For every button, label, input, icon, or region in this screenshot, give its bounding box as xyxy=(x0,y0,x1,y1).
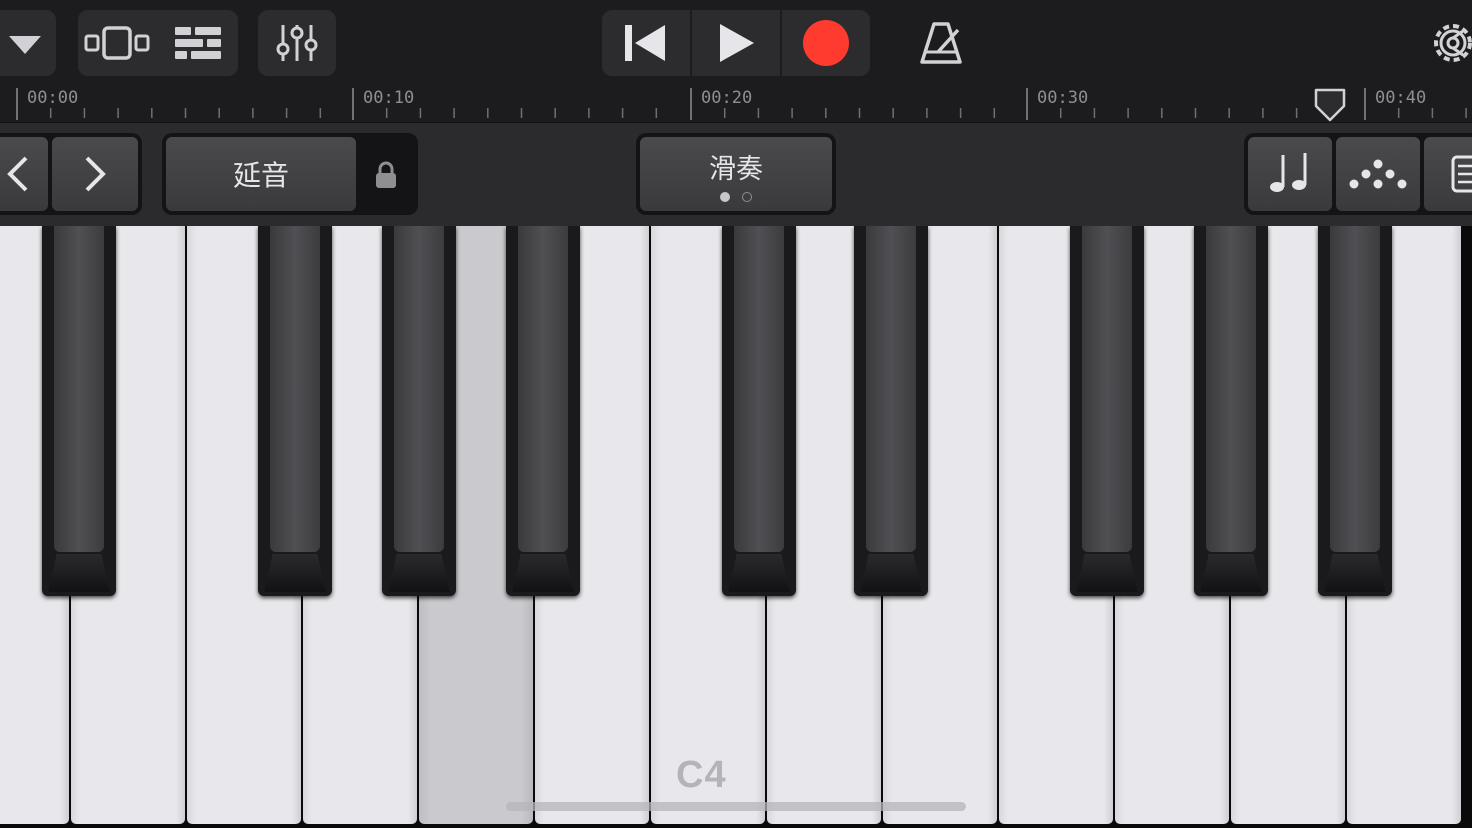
black-key-face xyxy=(1082,226,1132,552)
sliders-icon xyxy=(276,25,318,61)
sustain-button[interactable]: 延音 xyxy=(164,135,358,213)
record-button[interactable] xyxy=(782,10,870,76)
arpeggio-dots-icon xyxy=(1349,159,1407,189)
playhead-marker-icon[interactable] xyxy=(1313,88,1347,122)
transport-controls xyxy=(602,10,870,76)
black-key-face xyxy=(1330,226,1380,552)
octave-up-button[interactable] xyxy=(50,135,140,213)
view-switch-group xyxy=(78,10,238,76)
gear-icon xyxy=(1434,24,1472,62)
black-key[interactable] xyxy=(506,226,580,596)
page-dots xyxy=(720,191,752,202)
triangle-down-icon xyxy=(9,36,41,54)
black-key-tip xyxy=(1076,554,1138,592)
black-key[interactable] xyxy=(854,226,928,596)
black-key[interactable] xyxy=(258,226,332,596)
black-key-face xyxy=(734,226,784,552)
black-key-face xyxy=(518,226,568,552)
black-key[interactable] xyxy=(722,226,796,596)
tracks-view-icon xyxy=(84,26,150,60)
octave-down-button[interactable] xyxy=(0,135,50,213)
skip-back-icon xyxy=(625,25,665,61)
glissando-button[interactable]: 滑奏 xyxy=(638,135,834,213)
black-key-face xyxy=(54,226,104,552)
lock-icon xyxy=(376,161,396,188)
note-button[interactable] xyxy=(1246,135,1334,213)
black-key[interactable] xyxy=(382,226,456,596)
arpeggiator-button[interactable] xyxy=(1334,135,1422,213)
keyboard-controls-bar: 延音 滑奏 xyxy=(0,122,1472,226)
sustain-lock-button[interactable] xyxy=(362,153,410,197)
black-key-tip xyxy=(264,554,326,592)
black-key[interactable] xyxy=(1194,226,1268,596)
notes-icon xyxy=(1270,153,1307,192)
metronome-button[interactable] xyxy=(912,14,970,72)
ruler-label: 00:30 xyxy=(1037,88,1089,108)
record-icon xyxy=(803,20,849,66)
top-toolbar xyxy=(0,0,1472,86)
ruler-label: 00:40 xyxy=(1375,88,1427,108)
black-key[interactable] xyxy=(42,226,116,596)
ruler-label: 00:00 xyxy=(27,88,79,108)
home-indicator[interactable] xyxy=(506,802,966,811)
chevron-right-icon xyxy=(85,156,106,192)
glissando-label: 滑奏 xyxy=(709,153,763,185)
octave-label: C4 xyxy=(676,754,727,796)
ruler-label: 00:20 xyxy=(701,88,753,108)
play-button[interactable] xyxy=(692,10,782,76)
black-key-tip xyxy=(512,554,574,592)
chevron-left-icon xyxy=(7,156,28,192)
black-key-tip xyxy=(1324,554,1386,592)
black-key-face xyxy=(394,226,444,552)
black-key-face xyxy=(270,226,320,552)
sustain-label: 延音 xyxy=(232,159,289,192)
ruler-label: 00:10 xyxy=(363,88,415,108)
go-to-start-button[interactable] xyxy=(602,10,692,76)
black-key-tip xyxy=(728,554,790,592)
piano-keyboard: C4 xyxy=(0,226,1472,828)
page-dot xyxy=(742,191,752,202)
black-key-tip xyxy=(48,554,110,592)
black-key-tip xyxy=(1200,554,1262,592)
black-key[interactable] xyxy=(1070,226,1144,596)
keyboard-layout-button[interactable] xyxy=(1422,135,1472,213)
mixer-button[interactable] xyxy=(258,10,336,76)
black-key[interactable] xyxy=(1318,226,1392,596)
track-view-button[interactable] xyxy=(78,10,156,76)
track-menu-button[interactable] xyxy=(0,10,56,76)
black-key-face xyxy=(1206,226,1256,552)
page-dot-active xyxy=(720,191,730,202)
list-view-icon xyxy=(175,27,221,59)
black-key-face xyxy=(866,226,916,552)
black-key-tip xyxy=(388,554,450,592)
play-icon xyxy=(720,24,754,62)
settings-button[interactable] xyxy=(1424,14,1472,72)
keyboard-icon xyxy=(1451,155,1472,193)
timeline-ruler[interactable]: 00:00 00:10 00:20 00:30 00:40 xyxy=(0,86,1472,122)
metronome-icon xyxy=(920,22,962,64)
black-key-tip xyxy=(860,554,922,592)
browser-button[interactable] xyxy=(158,10,238,76)
